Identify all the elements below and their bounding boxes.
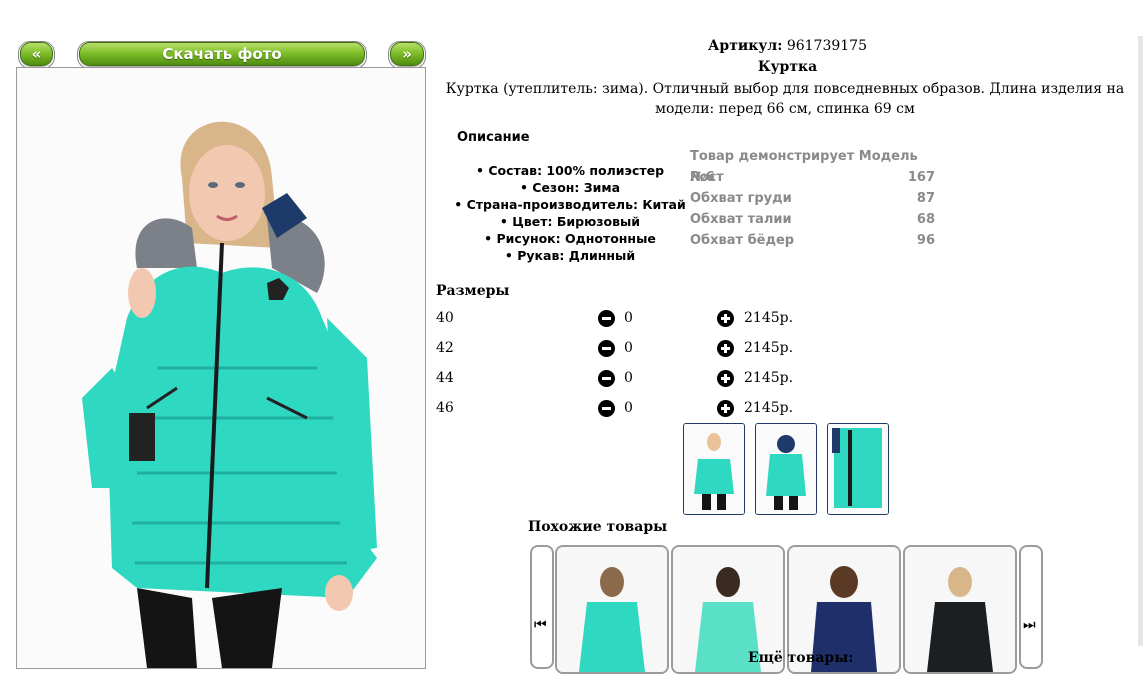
more-products-label: Ещё товары: [748, 650, 854, 666]
similar-product-card[interactable] [903, 545, 1017, 674]
minus-icon[interactable] [598, 340, 615, 357]
details-item: Цвет: Бирюзовый [440, 213, 700, 230]
plus-icon[interactable] [717, 340, 734, 357]
size-price: 2145р. [744, 310, 794, 326]
minus-icon[interactable] [598, 370, 615, 387]
model-row: Обхват бёдер 96 [690, 230, 935, 251]
size-row: 46 0 2145р. [436, 397, 836, 419]
quantity-value: 0 [624, 400, 633, 416]
carousel-prev-button[interactable]: ⏮ [530, 545, 554, 669]
similar-products-title: Похожие товары [528, 519, 668, 535]
thumbnail-detail-image [828, 424, 888, 514]
sizes-title: Размеры [436, 283, 510, 299]
details-item: Страна-производитель: Китай [440, 196, 700, 213]
plus-icon[interactable] [717, 370, 734, 387]
product-name: Куртка [757, 59, 818, 75]
model-title: Товар демонстрирует Модель №6 [690, 149, 918, 185]
details-list: Состав: 100% полиэстер Сезон: Зима Стран… [440, 162, 700, 264]
size-price: 2145р. [744, 400, 794, 416]
size-price: 2145р. [744, 340, 794, 356]
model-row-label: Обхват бёдер [690, 233, 795, 248]
download-photo-button[interactable]: Скачать фото [79, 42, 365, 66]
model-row-label: Обхват груди [690, 191, 792, 206]
article-line: Артикул: 961739175 [430, 38, 1143, 54]
minus-icon[interactable] [598, 310, 615, 327]
plus-icon[interactable] [717, 310, 734, 327]
plus-icon[interactable] [717, 400, 734, 417]
size-label: 46 [436, 400, 454, 416]
size-row: 44 0 2145р. [436, 367, 836, 389]
similar-product-card[interactable] [555, 545, 669, 674]
next-photo-button[interactable]: » [390, 42, 424, 66]
article-value: 961739175 [786, 38, 867, 54]
model-row-value: 96 [916, 233, 935, 248]
quantity-value: 0 [624, 370, 633, 386]
details-item: Сезон: Зима [440, 179, 700, 196]
size-row: 40 0 2145р. [436, 307, 836, 329]
product-thumbnail[interactable] [827, 423, 889, 515]
model-row: Рост 167 [690, 167, 935, 188]
quantity-value: 0 [624, 340, 633, 356]
thumbnail-back-image [756, 424, 816, 514]
similar-product-image [905, 547, 1015, 672]
details-item: Рисунок: Однотонные [440, 230, 700, 247]
model-row: Обхват талии 68 [690, 209, 935, 230]
model-row: Обхват груди 87 [690, 188, 935, 209]
model-row-label: Рост [690, 170, 724, 185]
model-row-value: 87 [916, 191, 935, 206]
model-row-value: 167 [907, 170, 935, 185]
size-label: 42 [436, 340, 454, 356]
page-scrollbar[interactable] [1138, 36, 1143, 646]
model-measurements: Товар демонстрирует Модель №6 Рост 167 О… [690, 146, 935, 251]
product-description: Куртка (утеплитель: зима). Отличный выбо… [445, 81, 1125, 117]
details-item: Состав: 100% полиэстер [440, 162, 700, 179]
size-label: 44 [436, 370, 454, 386]
product-thumbnail[interactable] [683, 423, 745, 515]
model-row-label: Обхват талии [690, 212, 792, 227]
similar-product-image [557, 547, 667, 672]
carousel-next-button[interactable]: ⏭ [1019, 545, 1043, 669]
main-product-photo[interactable] [16, 67, 426, 669]
skip-forward-icon: ⏭ [1023, 617, 1036, 633]
skip-back-icon: ⏮ [534, 617, 547, 633]
model-jacket-illustration [17, 68, 425, 668]
details-item: Рукав: Длинный [440, 247, 700, 264]
article-label: Артикул: [708, 38, 783, 54]
prev-photo-button[interactable]: « [20, 42, 53, 66]
product-thumbnail[interactable] [755, 423, 817, 515]
size-row: 42 0 2145р. [436, 337, 836, 359]
minus-icon[interactable] [598, 400, 615, 417]
details-title: Описание [457, 130, 530, 145]
quantity-value: 0 [624, 310, 633, 326]
model-row-value: 68 [916, 212, 935, 227]
thumbnail-front-image [684, 424, 744, 514]
size-label: 40 [436, 310, 454, 326]
size-price: 2145р. [744, 370, 794, 386]
